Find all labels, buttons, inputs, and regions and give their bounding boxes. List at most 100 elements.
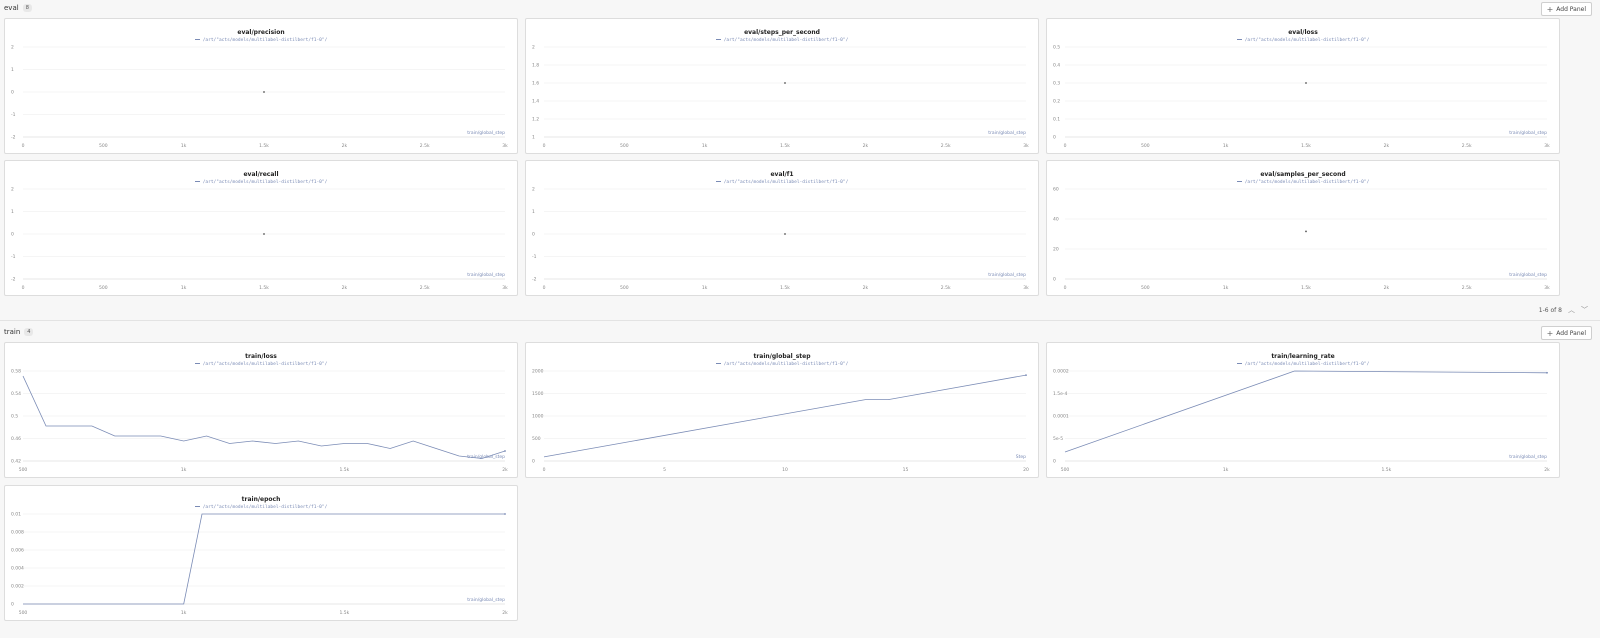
data-point[interactable]	[1305, 82, 1307, 84]
x-tick-label: 1k	[1223, 285, 1229, 291]
chart-panel-eval-loss[interactable]: eval/loss/art/"acts/models/multilabel-di…	[1046, 18, 1560, 154]
x-tick-label: 1k	[181, 610, 187, 616]
series-line[interactable]	[23, 513, 505, 605]
x-tick-label: 2.5k	[941, 285, 951, 291]
eval-add-panel-button[interactable]: + Add Panel	[1540, 2, 1592, 16]
y-tick-label: 2	[532, 45, 535, 51]
y-tick-label: 1	[11, 209, 14, 215]
x-tick-label: 3k	[502, 143, 508, 149]
y-tick-label: 0.008	[11, 530, 24, 536]
y-tick-label: 0	[1053, 459, 1056, 465]
x-axis-label: train/global_step	[988, 130, 1026, 136]
x-tick-label: 2.5k	[420, 285, 430, 291]
chart-svg[interactable]: 0.580.540.50.460.42500 1k 1.5k 2ktrain/glob…	[5, 343, 518, 478]
section-divider	[0, 320, 1600, 321]
chart-svg[interactable]: 2 1 0 -1 -2 0 500 1k 1.5k 2k 2.5k 3k train/global_st…	[5, 161, 518, 296]
x-axis-label: train/global_step	[1509, 130, 1547, 136]
y-tick-label: 0	[11, 90, 14, 96]
x-tick-label: 2k	[863, 285, 869, 291]
x-tick-label: 3k	[502, 285, 508, 291]
y-tick-label: 1	[11, 67, 14, 73]
y-tick-label: 0	[1053, 135, 1056, 141]
y-tick-label: 0.004	[11, 566, 24, 572]
chart-svg[interactable]: 0.00021.5e-40.00015e-50500 1k 1.5k 2ktrain/…	[1047, 343, 1560, 478]
chart-svg[interactable]: 0.5 0.4 0.3 0.2 0.1 0 0 500 1k 1.5k 2k 2.5k 3k train/…	[1047, 19, 1560, 154]
add-panel-label: Add Panel	[1556, 5, 1586, 13]
x-tick-label: 500	[1141, 143, 1150, 149]
x-tick-label: 20	[1023, 467, 1029, 473]
chart-svg[interactable]: 2 1.8 1.6 1.4 1.2 1 0 500 1k 1.5k 2k 2.5k 3k train/gl…	[526, 19, 1039, 154]
chart-panel-train-loss[interactable]: train/loss/art/"acts/models/multilabel-d…	[4, 342, 518, 478]
train-section-title[interactable]: train 4	[4, 328, 34, 336]
chevron-up-icon[interactable]: ︿	[1568, 305, 1575, 315]
eval-section-title[interactable]: eval 8	[4, 4, 32, 12]
series-endpoint[interactable]	[504, 450, 506, 452]
y-tick-label: 0.2	[1053, 99, 1060, 105]
chart-panel-train-global-step[interactable]: train/global_step/art/"acts/models/multi…	[525, 342, 1039, 478]
chart-panel-eval-f1[interactable]: eval/f1/art/"acts/models/multilabel-dist…	[525, 160, 1039, 296]
x-tick-label: 3k	[1023, 285, 1029, 291]
plus-icon: +	[1546, 4, 1554, 14]
y-tick-label: 500	[532, 436, 541, 442]
chart-svg[interactable]: 2 1 0 -1 -2 0 500 1k 1.5k 2k 2.5k 3k train/global_st…	[5, 19, 518, 154]
data-point[interactable]	[263, 233, 265, 235]
y-tick-label: 60	[1053, 187, 1059, 193]
data-point[interactable]	[1305, 230, 1307, 233]
x-tick-label: 500	[99, 143, 108, 149]
train-add-panel-button[interactable]: + Add Panel	[1540, 326, 1592, 340]
chart-svg[interactable]: 2000 1500 1000 500 0 0 5 10 15 20 Step	[526, 343, 1039, 478]
x-tick-label: 1.5k	[259, 143, 269, 149]
x-tick-label: 1.5k	[780, 285, 790, 291]
y-tick-label: 0.4	[1053, 63, 1060, 69]
series-line[interactable]	[1064, 370, 1548, 453]
chart-panel-train-epoch[interactable]: train/epoch/art/"acts/models/multilabel-…	[4, 485, 518, 621]
x-tick-label: 2k	[342, 285, 348, 291]
x-tick-label: 3k	[1544, 143, 1550, 149]
x-tick-label: 0	[543, 467, 546, 473]
y-tick-label: 0.01	[11, 512, 21, 518]
chart-svg[interactable]: 60 40 20 0 0 500 1k 1.5k 2k 2.5k 3k train/global_st…	[1047, 161, 1560, 296]
eval-count-badge: 8	[22, 4, 32, 12]
series-endpoint[interactable]	[504, 513, 506, 515]
x-tick-label: 500	[1141, 285, 1150, 291]
train-section-label: train	[4, 328, 21, 336]
y-tick-label: 0.1	[1053, 117, 1060, 123]
data-point[interactable]	[263, 91, 265, 93]
pagination-text: 1-6 of 8	[1538, 306, 1562, 314]
chart-panel-eval-precision[interactable]: eval/precision/art/"acts/models/multilab…	[4, 18, 518, 154]
x-tick-label: 5	[663, 467, 666, 473]
series-endpoint[interactable]	[1546, 371, 1548, 374]
y-tick-label: 0.002	[11, 584, 24, 590]
chart-panel-train-lr[interactable]: train/learning_rate/art/"acts/models/mul…	[1046, 342, 1560, 478]
chevron-down-icon[interactable]: ﹀	[1581, 305, 1588, 315]
x-tick-label: 1.5k	[1381, 467, 1391, 473]
data-point[interactable]	[784, 82, 786, 84]
y-tick-label: 5e-5	[1053, 436, 1063, 442]
chart-panel-eval-samples[interactable]: eval/samples_per_second/art/"acts/models…	[1046, 160, 1560, 296]
add-panel-label: Add Panel	[1556, 329, 1586, 337]
y-tick-label: -1	[11, 112, 16, 118]
y-tick-label: -1	[11, 254, 16, 260]
x-tick-label: 2k	[502, 610, 508, 616]
y-tick-label: 0	[1053, 277, 1056, 283]
y-tick-label: 1000	[532, 414, 544, 420]
data-point[interactable]	[784, 233, 786, 235]
series-line[interactable]	[22, 375, 506, 459]
x-axis-label: train/global_step	[1509, 272, 1547, 278]
x-tick-label: 2.5k	[420, 143, 430, 149]
x-tick-label: 10	[782, 467, 788, 473]
y-tick-label: 1.5e-4	[1053, 391, 1068, 397]
y-tick-label: 0.54	[11, 391, 21, 397]
y-tick-label: 1	[532, 135, 535, 141]
chart-panel-eval-steps[interactable]: eval/steps_per_second/art/"acts/models/m…	[525, 18, 1039, 154]
chart-svg[interactable]: 0.010.0080.0060.0040.0020500 1k 1.5k 2ktrai…	[5, 486, 518, 621]
y-tick-label: 0.006	[11, 548, 24, 554]
y-tick-label: 40	[1053, 217, 1059, 223]
eval-section-header: eval 8 + Add Panel	[0, 0, 1600, 20]
series-endpoint[interactable]	[1025, 374, 1027, 376]
x-tick-label: 500	[19, 467, 28, 473]
x-axis-label: train/global_step	[988, 272, 1026, 278]
x-tick-label: 3k	[1023, 143, 1029, 149]
chart-panel-eval-recall[interactable]: eval/recall/art/"acts/models/multilabel-…	[4, 160, 518, 296]
chart-svg[interactable]: 2 1 0 -1 -2 0 500 1k 1.5k 2k 2.5k 3k train/global_st…	[526, 161, 1039, 296]
